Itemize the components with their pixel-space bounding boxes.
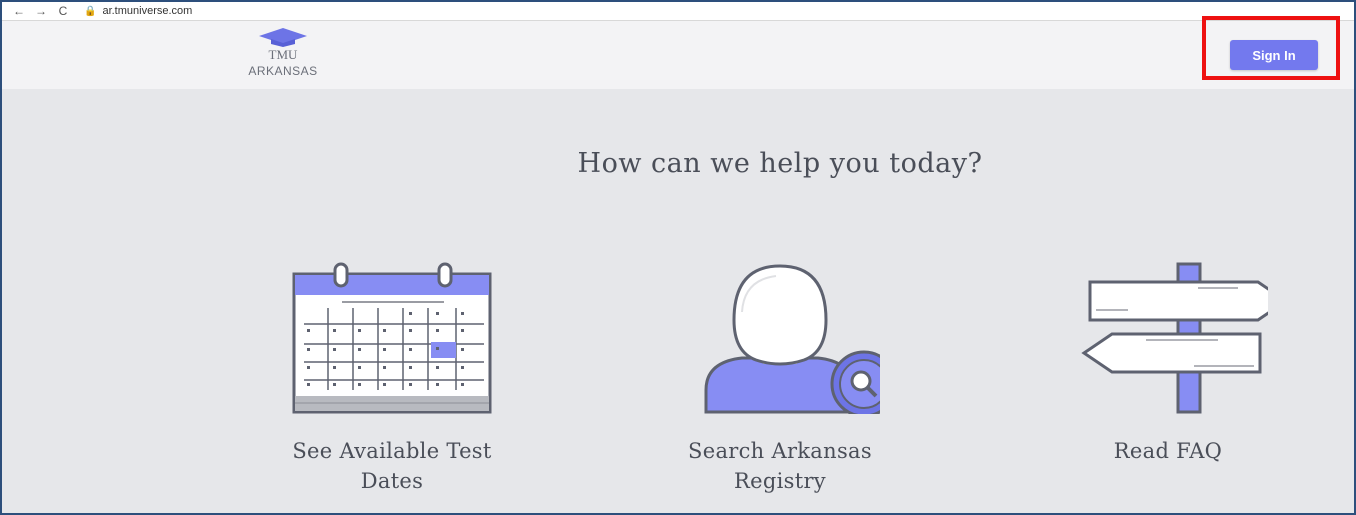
card-label-test-dates: See Available Test Dates [292,439,492,493]
card-search-registry[interactable]: Search Arkansas Registry [658,262,902,496]
address-bar[interactable]: ar.tmuniverse.com [102,5,192,17]
card-test-dates[interactable]: See Available Test Dates [270,262,514,496]
card-read-faq[interactable]: Read FAQ [1046,262,1290,466]
back-arrow-icon[interactable]: ← [8,4,30,18]
reload-icon[interactable]: C [52,4,74,18]
forward-arrow-icon[interactable]: → [30,4,52,18]
site-header: TMU ARKANSAS [2,21,1354,89]
calendar-icon [292,262,492,414]
signin-button[interactable]: Sign In [1230,40,1318,70]
site-logo[interactable]: TMU ARKANSAS [240,27,326,83]
card-label-read-faq: Read FAQ [1113,439,1223,463]
logo-text-state: ARKANSAS [248,64,318,78]
signpost-icon [1081,262,1268,414]
graduation-cap-icon [259,28,307,47]
browser-toolbar: ← → C 🔒 ar.tmuniverse.com [2,2,1354,21]
page-headline: How can we help you today? [577,148,983,179]
person-search-icon [704,264,880,414]
lock-icon: 🔒 [84,5,97,17]
logo-text-tmu: TMU [268,47,298,62]
card-label-search-registry: Search Arkansas Registry [688,439,872,493]
